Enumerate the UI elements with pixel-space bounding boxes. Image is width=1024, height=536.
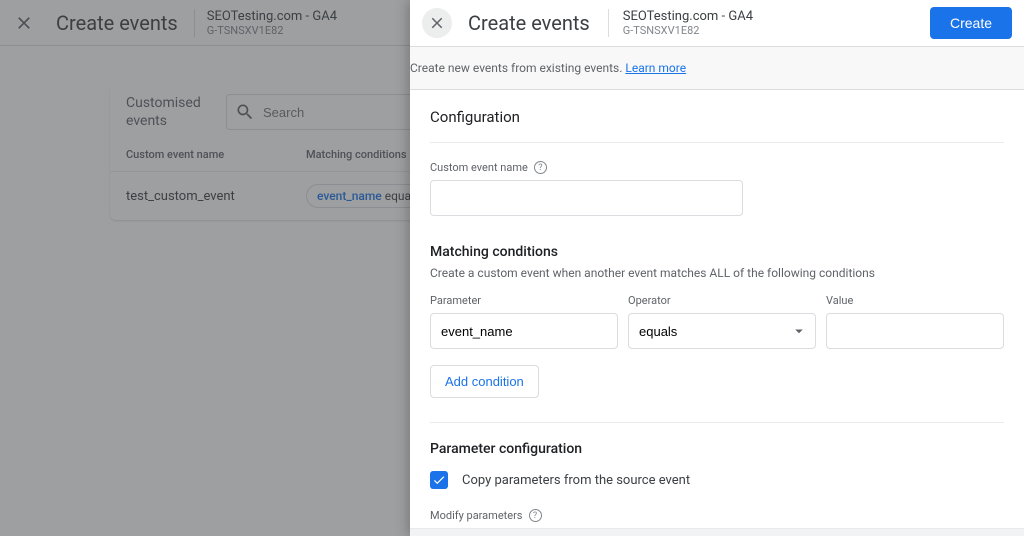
panel-subheader: Create new events from existing events. … [410, 46, 1024, 90]
parameter-label: Parameter [430, 294, 618, 307]
matching-conditions-title: Matching conditions [430, 244, 1004, 260]
help-icon[interactable]: ? [529, 509, 542, 522]
panel-footer [410, 528, 1024, 536]
operator-label: Operator [628, 294, 816, 307]
condition-row: Parameter Operator Value [430, 294, 1004, 349]
operator-column: Operator [628, 294, 816, 349]
panel-property-name: SEOTesting.com - GA4 [623, 9, 930, 24]
divider [430, 422, 1004, 423]
create-button[interactable]: Create [930, 7, 1012, 39]
parameter-config-title: Parameter configuration [430, 441, 1004, 457]
value-label: Value [826, 294, 1004, 307]
configuration-title: Configuration [430, 108, 1004, 126]
subheader-text: Create new events from existing events. [410, 61, 622, 75]
divider [430, 142, 1004, 143]
parameter-input[interactable] [430, 313, 618, 349]
check-icon [432, 473, 446, 487]
panel-property-info: SEOTesting.com - GA4 G-TSNSXV1E82 [608, 9, 930, 37]
close-icon [428, 14, 446, 32]
custom-event-name-label: Custom event name ? [430, 161, 1004, 174]
operator-value[interactable] [628, 313, 816, 349]
panel-close-button[interactable] [422, 8, 452, 38]
copy-params-row: Copy parameters from the source event [430, 471, 1004, 489]
learn-more-link[interactable]: Learn more [625, 61, 686, 75]
help-icon[interactable]: ? [534, 161, 547, 174]
value-column: Value [826, 294, 1004, 349]
panel-body: Configuration Custom event name ? Matchi… [410, 90, 1024, 528]
matching-conditions-desc: Create a custom event when another event… [430, 266, 1004, 280]
copy-params-checkbox[interactable] [430, 471, 448, 489]
value-input[interactable] [826, 313, 1004, 349]
panel-title: Create events [468, 11, 590, 35]
panel-header: Create events SEOTesting.com - GA4 G-TSN… [410, 0, 1024, 46]
panel-property-id: G-TSNSXV1E82 [623, 24, 930, 37]
create-event-panel: Create events SEOTesting.com - GA4 G-TSN… [410, 0, 1024, 536]
copy-params-label: Copy parameters from the source event [462, 473, 690, 488]
add-condition-button[interactable]: Add condition [430, 365, 539, 398]
custom-event-name-input[interactable] [430, 180, 743, 216]
modify-params-label: Modify parameters ? [430, 509, 1004, 522]
operator-select[interactable] [628, 313, 816, 349]
parameter-column: Parameter [430, 294, 618, 349]
